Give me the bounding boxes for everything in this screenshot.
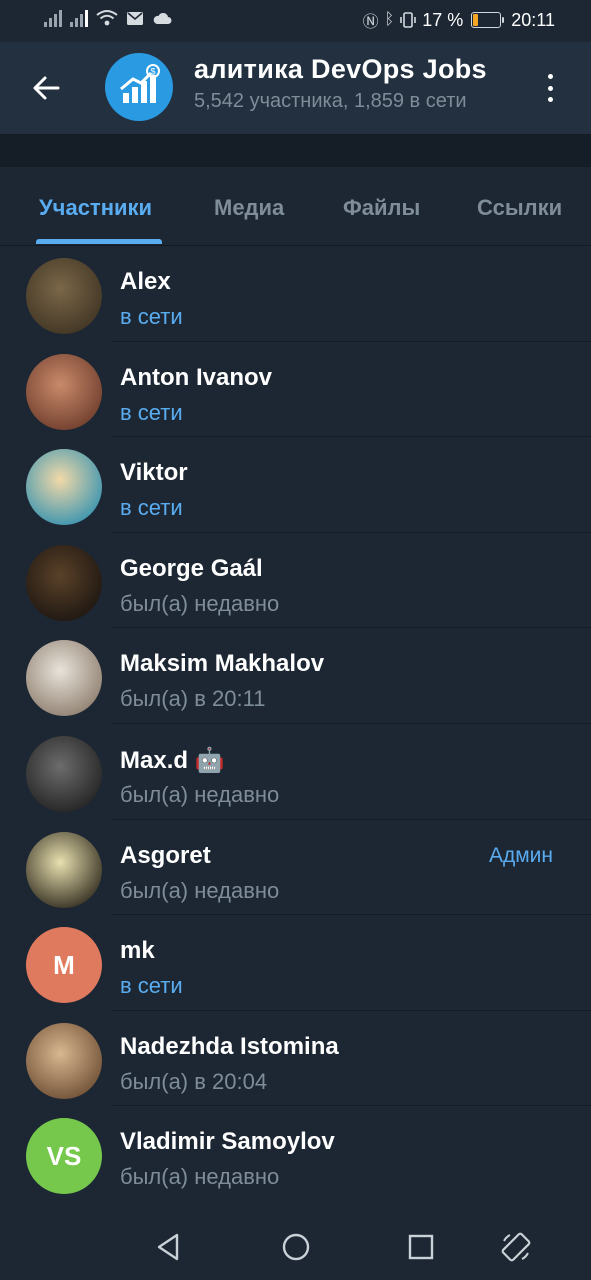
- vibrate-icon: [400, 12, 417, 28]
- member-name: Nadezhda Istomina: [120, 1032, 339, 1060]
- status-bar: Ⓝ ᛒ 17 % 20:11: [0, 0, 591, 42]
- member-role-admin: Админ: [488, 843, 553, 867]
- member-status: в сети: [120, 495, 183, 521]
- members-list: Alex в сети Anton Ivanov в сети Viktor в…: [0, 246, 591, 1202]
- channel-avatar[interactable]: $: [105, 53, 173, 121]
- member-name: Maksim Makhalov: [120, 650, 325, 678]
- avatar: VS: [26, 1118, 102, 1195]
- battery-icon: [471, 12, 505, 28]
- mail-icon: [127, 11, 143, 25]
- system-nav-bar: [0, 1215, 591, 1280]
- avatar: [26, 640, 102, 717]
- avatar: [26, 353, 102, 430]
- analytics-chart-icon: $: [120, 64, 160, 103]
- signal-icon-2: [70, 9, 88, 27]
- member-name: Alex: [120, 268, 171, 295]
- member-name: Vladimir Samoylov: [120, 1128, 335, 1156]
- member-name: mk: [120, 937, 155, 965]
- active-tab-indicator: [36, 239, 162, 244]
- chat-title: алитика DevOps Jobs: [194, 54, 487, 84]
- member-status: был(а) недавно: [120, 1164, 280, 1190]
- member-name: Asgoret: [120, 841, 211, 869]
- status-right: Ⓝ ᛒ 17 % 20:11: [363, 8, 555, 32]
- member-row[interactable]: Alex в сети: [0, 246, 591, 342]
- member-name: Max.d 🤖: [120, 746, 225, 774]
- avatar: M: [26, 927, 102, 1004]
- avatar: [26, 449, 102, 526]
- battery-percent: 17 %: [422, 9, 464, 30]
- profile-tabs: Участники Медиа Файлы Ссылки: [0, 167, 591, 246]
- avatar: [26, 258, 102, 334]
- wifi-icon: [96, 10, 118, 26]
- member-status: в сети: [120, 973, 183, 999]
- member-row[interactable]: M mk в сети: [0, 915, 591, 1011]
- nav-home-icon[interactable]: [280, 1231, 312, 1263]
- member-name: Viktor: [120, 459, 188, 487]
- clock: 20:11: [511, 9, 555, 30]
- member-name: Anton Ivanov: [120, 363, 273, 391]
- signal-icon: [44, 9, 62, 27]
- nav-back-icon[interactable]: [153, 1231, 185, 1263]
- member-row[interactable]: Nadezhda Istomina был(а) в 20:04: [0, 1011, 591, 1107]
- tab-links[interactable]: Ссылки: [477, 195, 562, 221]
- status-left-icons: [44, 9, 172, 27]
- svg-text:$: $: [150, 67, 155, 77]
- member-row[interactable]: Maksim Makhalov был(а) в 20:11: [0, 628, 591, 724]
- member-row[interactable]: Viktor в сети: [0, 437, 591, 533]
- member-row[interactable]: George Gaál был(а) недавно: [0, 533, 591, 629]
- avatar: [26, 1022, 102, 1099]
- header-divider-band: [0, 134, 591, 167]
- more-options-icon[interactable]: [540, 72, 560, 104]
- member-status: в сети: [120, 304, 183, 329]
- member-status: был(а) недавно: [120, 877, 280, 903]
- chat-header: $ алитика DevOps Jobs 5,542 участника, 1…: [0, 42, 591, 134]
- member-status: был(а) недавно: [120, 590, 280, 616]
- tab-files[interactable]: Файлы: [343, 195, 420, 221]
- avatar: [26, 544, 102, 621]
- member-status: был(а) недавно: [120, 781, 280, 807]
- rotate-screen-icon[interactable]: [500, 1231, 532, 1263]
- bluetooth-icon: ᛒ: [384, 11, 395, 28]
- member-row[interactable]: Max.d 🤖 был(а) недавно: [0, 724, 591, 820]
- member-status: был(а) в 20:11: [120, 686, 266, 712]
- header-title-block[interactable]: алитика DevOps Jobs 5,542 участника, 1,8…: [194, 54, 524, 113]
- member-row[interactable]: Asgoret был(а) недавно Админ: [0, 820, 591, 916]
- nfc-icon: Ⓝ: [362, 14, 379, 31]
- member-status: в сети: [120, 399, 183, 425]
- tab-media[interactable]: Медиа: [214, 195, 284, 221]
- tab-members[interactable]: Участники: [39, 195, 152, 221]
- chat-subtitle: 5,542 участника, 1,859 в сети: [194, 90, 467, 112]
- member-row[interactable]: Anton Ivanov в сети: [0, 342, 591, 438]
- member-name: George Gaál: [120, 554, 263, 582]
- avatar: [26, 735, 102, 812]
- member-row[interactable]: VS Vladimir Samoylov был(а) недавно: [0, 1106, 591, 1202]
- nav-recents-icon[interactable]: [405, 1231, 437, 1263]
- member-status: был(а) в 20:04: [120, 1068, 268, 1094]
- back-arrow-icon[interactable]: [30, 72, 62, 104]
- cloud-icon: [153, 12, 172, 24]
- avatar: [26, 831, 102, 908]
